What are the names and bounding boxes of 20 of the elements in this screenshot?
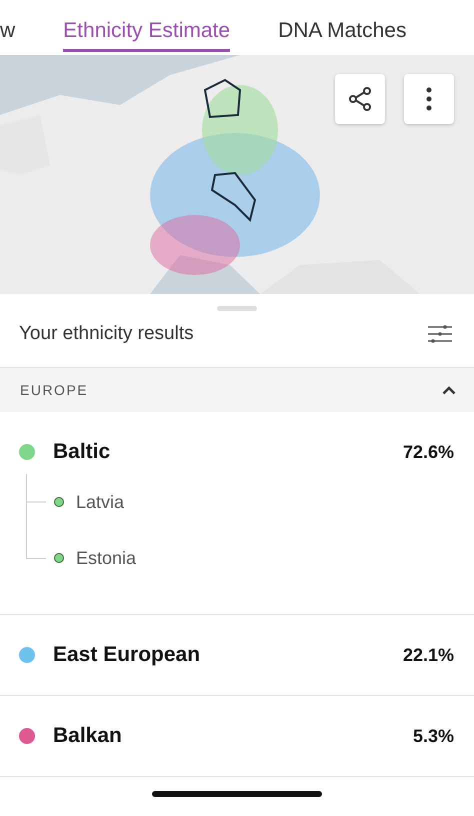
- region-percent: 22.1%: [402, 644, 454, 666]
- share-icon: [347, 86, 373, 112]
- share-button[interactable]: [335, 74, 385, 124]
- section-header[interactable]: EUROPE: [0, 368, 474, 412]
- drag-handle[interactable]: [217, 306, 257, 311]
- subregion-name[interactable]: Estonia: [76, 548, 136, 568]
- region-percent: 72.6%: [402, 442, 454, 462]
- region-name[interactable]: Balkan: [53, 724, 413, 748]
- region-name[interactable]: East European: [53, 643, 403, 667]
- results-title: Your ethnicity results: [19, 323, 194, 345]
- tab[interactable]: DNA Matches: [278, 0, 406, 52]
- more-button[interactable]: [404, 74, 454, 124]
- more-icon: [426, 87, 432, 111]
- filter-icon[interactable]: [428, 324, 452, 344]
- region-percent: 5.3%: [412, 726, 454, 746]
- region-name[interactable]: Baltic: [53, 440, 403, 464]
- subregion-name[interactable]: Latvia: [76, 492, 124, 512]
- tab[interactable]: Ethnicity Estimate: [63, 0, 230, 52]
- section-title: EUROPE: [20, 382, 88, 398]
- tab[interactable]: w: [0, 0, 16, 52]
